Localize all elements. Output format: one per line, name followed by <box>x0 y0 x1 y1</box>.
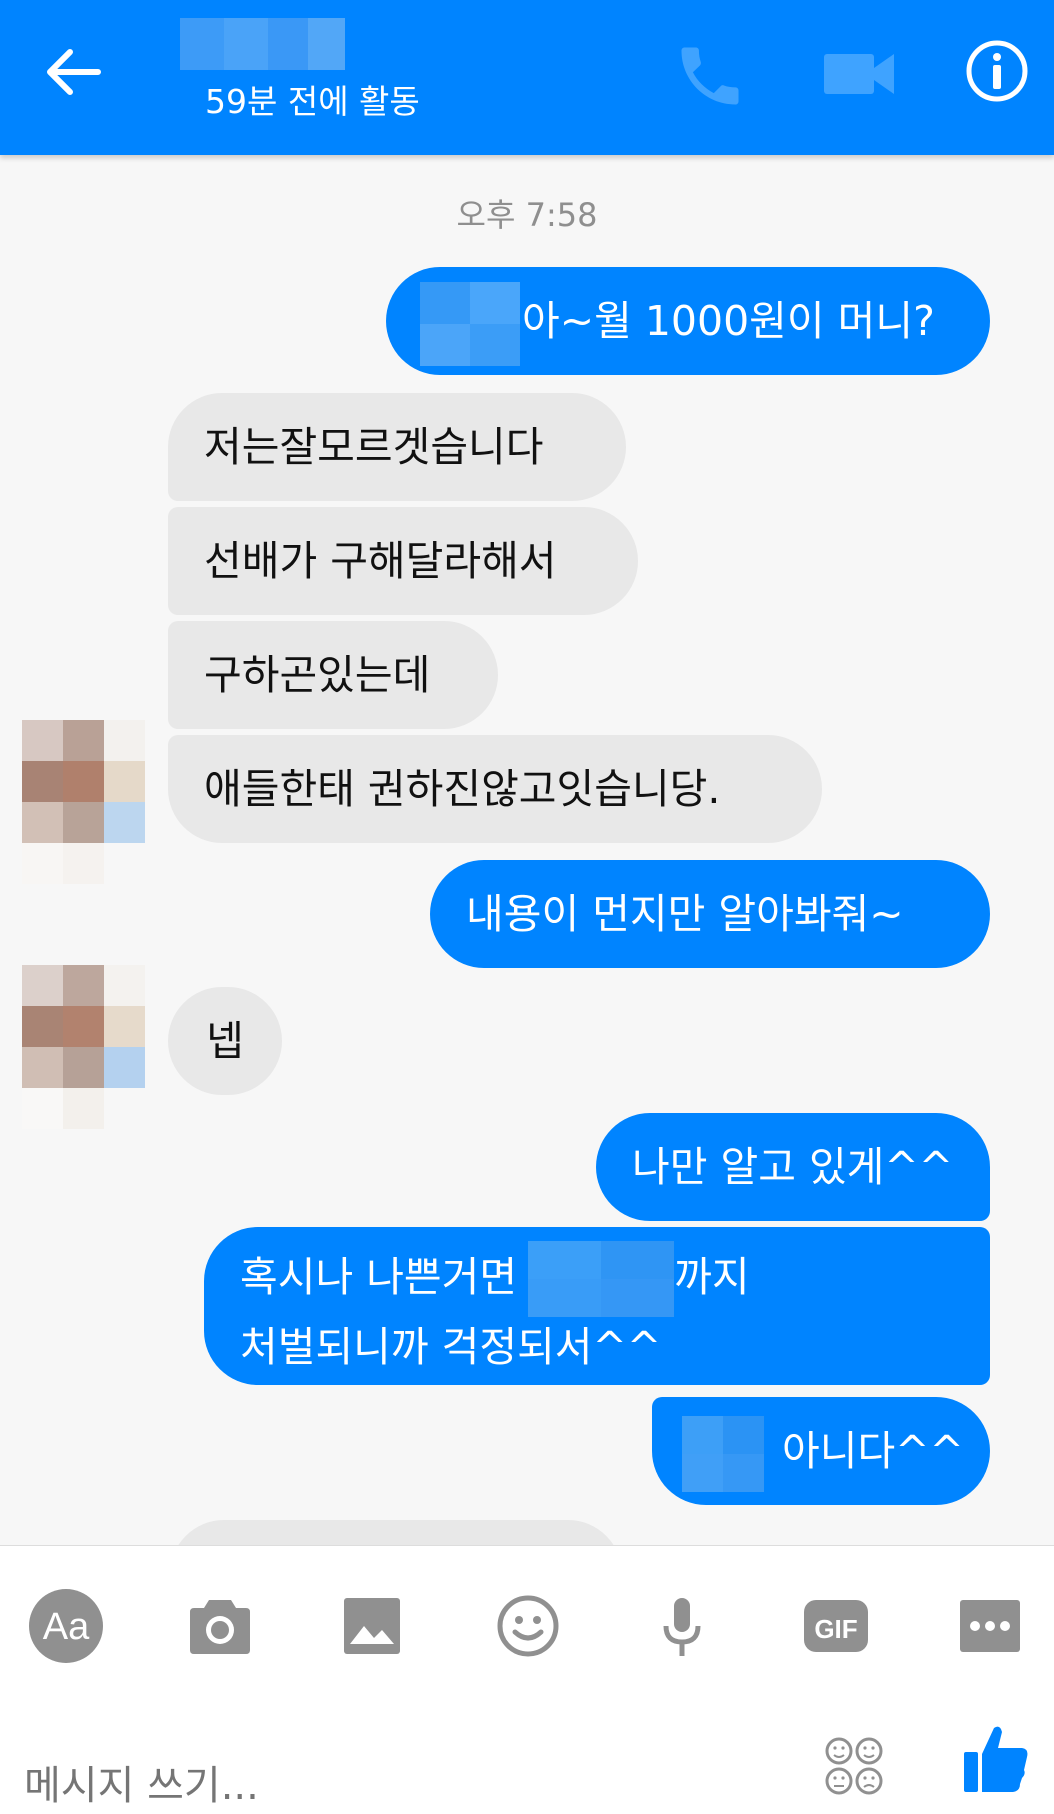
text-style-button[interactable]: Aa <box>26 1586 106 1666</box>
message-text: 애들한태 권하진않고잇습니당. <box>204 765 721 813</box>
voice-clip-button[interactable] <box>642 1586 722 1666</box>
outgoing-message[interactable]: 아~월 1000원이 머니? <box>386 267 990 375</box>
incoming-message[interactable]: 애들한태 권하진않고잇습니당. <box>168 735 822 843</box>
message-text: 저는잘모르겟습니다 <box>204 423 544 471</box>
message-text: 혹시나 나쁜거면 <box>240 1253 518 1301</box>
info-circle-icon <box>966 40 1028 102</box>
message-text: 까지 <box>674 1253 750 1301</box>
camera-icon <box>190 1600 250 1654</box>
message-text: 아니다^^ <box>782 1427 964 1475</box>
back-button[interactable] <box>38 40 108 110</box>
message-line: 처벌되니까 걱정되서^^ <box>240 1323 662 1371</box>
voice-call-button[interactable] <box>672 38 748 114</box>
arrow-left-icon <box>47 49 101 95</box>
emoji-button[interactable] <box>488 1586 568 1666</box>
svg-text:Aa: Aa <box>43 1606 90 1648</box>
contact-avatar[interactable] <box>22 720 146 884</box>
message-text: 아~월 1000원이 머니? <box>522 297 935 345</box>
image-icon <box>344 1598 400 1654</box>
video-camera-icon <box>824 54 894 94</box>
composer-toolbar: Aa GIF <box>0 1545 1054 1814</box>
redacted-name <box>682 1416 764 1492</box>
microphone-icon <box>663 1598 701 1656</box>
contact-avatar[interactable] <box>22 965 146 1129</box>
info-button[interactable] <box>962 36 1032 106</box>
outgoing-message[interactable]: 아니다^^ <box>652 1397 990 1505</box>
thumbs-up-icon <box>964 1726 1028 1792</box>
like-button[interactable] <box>962 1722 1030 1794</box>
message-text: 넵 <box>206 1017 244 1065</box>
redacted-name <box>528 1241 675 1317</box>
incoming-message[interactable]: 선배가 구해달라해서 <box>168 507 638 615</box>
active-status: 59분 전에 활동 <box>205 82 420 121</box>
message-line: 혹시나 나쁜거면 까지 <box>240 1241 954 1317</box>
message-text: 선배가 구해달라해서 <box>204 537 557 585</box>
outgoing-message[interactable]: 나만 알고 있게^^ <box>596 1113 990 1221</box>
message-text: 나만 알고 있게^^ <box>632 1143 954 1191</box>
gif-button[interactable]: GIF <box>796 1586 876 1666</box>
camera-button[interactable] <box>180 1586 260 1666</box>
message-timestamp: 오후 7:58 <box>456 196 598 234</box>
message-input[interactable] <box>24 1751 784 1814</box>
video-call-button[interactable] <box>818 42 902 106</box>
emoji-icon <box>497 1595 559 1657</box>
phone-icon <box>681 47 739 105</box>
message-text: 내용이 먼지만 알아봐줘~ <box>466 890 904 938</box>
stickers-icon <box>825 1737 883 1795</box>
gif-icon: GIF <box>804 1600 868 1652</box>
contact-name-redacted <box>180 18 345 70</box>
incoming-message-partial[interactable] <box>170 1520 622 1545</box>
outgoing-message[interactable]: 혹시나 나쁜거면 까지 처벌되니까 걱정되서^^ <box>204 1227 990 1385</box>
chat-header: 59분 전에 활동 <box>0 0 1054 155</box>
message-list[interactable]: 오후 7:58 아~월 1000원이 머니? 저는잘모르겟습니다 선배가 구해달… <box>0 155 1054 1545</box>
text-style-icon: Aa <box>29 1589 103 1663</box>
svg-text:GIF: GIF <box>814 1614 857 1644</box>
more-icon <box>960 1600 1020 1652</box>
redacted-name <box>420 282 520 366</box>
stickers-button[interactable] <box>822 1734 886 1798</box>
incoming-message[interactable]: 저는잘모르겟습니다 <box>168 393 626 501</box>
more-button[interactable] <box>950 1586 1030 1666</box>
incoming-message[interactable]: 구하곤있는데 <box>168 621 498 729</box>
incoming-message[interactable]: 넵 <box>168 987 282 1095</box>
outgoing-message[interactable]: 내용이 먼지만 알아봐줘~ <box>430 860 990 968</box>
message-text: 구하곤있는데 <box>204 651 431 699</box>
image-button[interactable] <box>334 1586 414 1666</box>
